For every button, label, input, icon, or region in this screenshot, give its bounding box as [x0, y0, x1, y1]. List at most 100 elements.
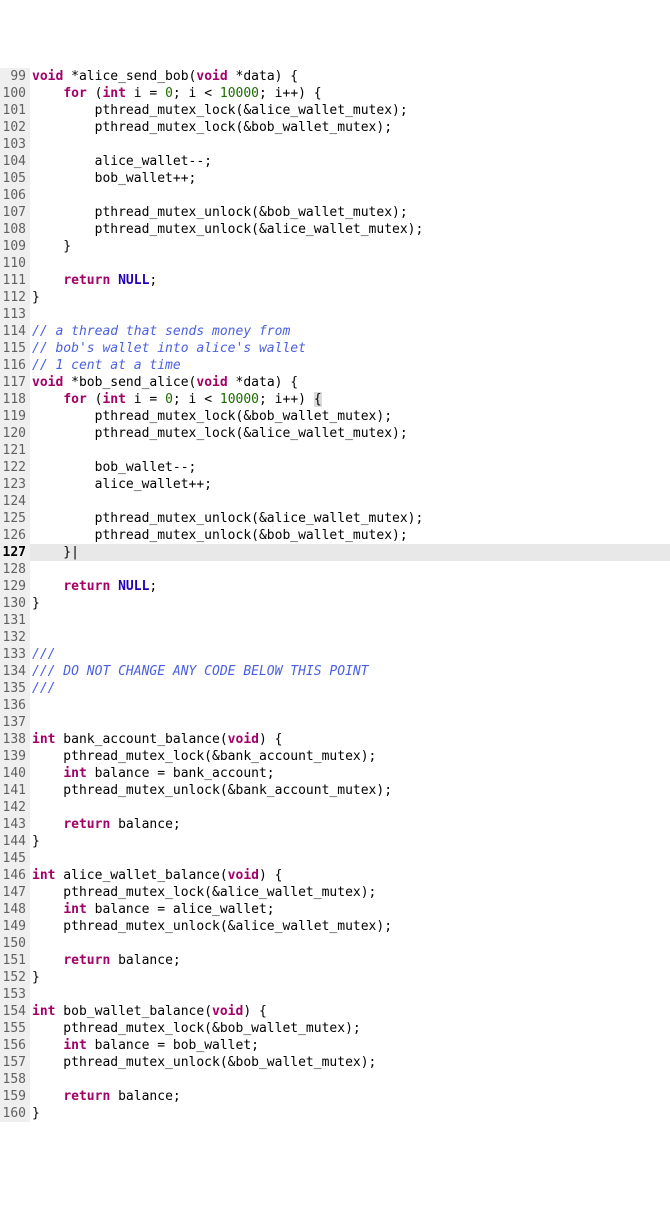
code-content[interactable]: }	[30, 238, 670, 255]
code-line[interactable]: 147 pthread_mutex_lock(&alice_wallet_mut…	[0, 884, 670, 901]
code-content[interactable]	[30, 850, 670, 867]
code-content[interactable]	[30, 442, 670, 459]
code-content[interactable]	[30, 1071, 670, 1088]
code-line[interactable]: 150	[0, 935, 670, 952]
code-content[interactable]	[30, 561, 670, 578]
code-content[interactable]: pthread_mutex_unlock(&bob_wallet_mutex);	[30, 204, 670, 221]
code-content[interactable]: pthread_mutex_lock(&bob_wallet_mutex);	[30, 1020, 670, 1037]
code-line[interactable]: 155 pthread_mutex_lock(&bob_wallet_mutex…	[0, 1020, 670, 1037]
code-line[interactable]: 124	[0, 493, 670, 510]
code-line[interactable]: 154int bob_wallet_balance(void) {	[0, 1003, 670, 1020]
code-line[interactable]: 138int bank_account_balance(void) {	[0, 731, 670, 748]
code-line[interactable]: 135///	[0, 680, 670, 697]
code-line[interactable]: 116// 1 cent at a time	[0, 357, 670, 374]
code-line[interactable]: 108 pthread_mutex_unlock(&alice_wallet_m…	[0, 221, 670, 238]
code-line[interactable]: 125 pthread_mutex_unlock(&alice_wallet_m…	[0, 510, 670, 527]
code-content[interactable]: return balance;	[30, 816, 670, 833]
code-line[interactable]: 112}	[0, 289, 670, 306]
code-line[interactable]: 152}	[0, 969, 670, 986]
code-line[interactable]: 143 return balance;	[0, 816, 670, 833]
code-content[interactable]: pthread_mutex_lock(&alice_wallet_mutex);	[30, 425, 670, 442]
code-content[interactable]: }	[30, 833, 670, 850]
code-content[interactable]: alice_wallet++;	[30, 476, 670, 493]
code-line[interactable]: 118 for (int i = 0; i < 10000; i++) {	[0, 391, 670, 408]
code-content[interactable]: pthread_mutex_unlock(&alice_wallet_mutex…	[30, 510, 670, 527]
code-content[interactable]	[30, 935, 670, 952]
code-content[interactable]: for (int i = 0; i < 10000; i++) {	[30, 85, 670, 102]
code-content[interactable]: int balance = alice_wallet;	[30, 901, 670, 918]
code-content[interactable]: int bob_wallet_balance(void) {	[30, 1003, 670, 1020]
code-content[interactable]: return NULL;	[30, 578, 670, 595]
code-line[interactable]: 109 }	[0, 238, 670, 255]
code-content[interactable]: pthread_mutex_unlock(&alice_wallet_mutex…	[30, 918, 670, 935]
code-line[interactable]: 99void *alice_send_bob(void *data) {	[0, 68, 670, 85]
code-content[interactable]	[30, 306, 670, 323]
code-content[interactable]: return balance;	[30, 952, 670, 969]
code-content[interactable]	[30, 187, 670, 204]
code-content[interactable]: pthread_mutex_lock(&bob_wallet_mutex);	[30, 119, 670, 136]
code-content[interactable]: bob_wallet--;	[30, 459, 670, 476]
code-content[interactable]: pthread_mutex_lock(&alice_wallet_mutex);	[30, 884, 670, 901]
code-line[interactable]: 120 pthread_mutex_lock(&alice_wallet_mut…	[0, 425, 670, 442]
code-line[interactable]: 158	[0, 1071, 670, 1088]
code-content[interactable]: pthread_mutex_unlock(&alice_wallet_mutex…	[30, 221, 670, 238]
code-line[interactable]: 140 int balance = bank_account;	[0, 765, 670, 782]
code-content[interactable]	[30, 986, 670, 1003]
code-line[interactable]: 160}	[0, 1105, 670, 1122]
code-content[interactable]: void *alice_send_bob(void *data) {	[30, 68, 670, 85]
code-line[interactable]: 141 pthread_mutex_unlock(&bank_account_m…	[0, 782, 670, 799]
code-line[interactable]: 107 pthread_mutex_unlock(&bob_wallet_mut…	[0, 204, 670, 221]
code-line[interactable]: 103	[0, 136, 670, 153]
code-line[interactable]: 132	[0, 629, 670, 646]
code-line[interactable]: 153	[0, 986, 670, 1003]
code-line[interactable]: 139 pthread_mutex_lock(&bank_account_mut…	[0, 748, 670, 765]
code-content[interactable]: }	[30, 969, 670, 986]
code-line[interactable]: 151 return balance;	[0, 952, 670, 969]
code-content[interactable]: for (int i = 0; i < 10000; i++) {	[30, 391, 670, 408]
code-line[interactable]: 101 pthread_mutex_lock(&alice_wallet_mut…	[0, 102, 670, 119]
code-content[interactable]: pthread_mutex_unlock(&bank_account_mutex…	[30, 782, 670, 799]
code-line[interactable]: 121	[0, 442, 670, 459]
code-line[interactable]: 159 return balance;	[0, 1088, 670, 1105]
code-content[interactable]	[30, 799, 670, 816]
code-content[interactable]: int alice_wallet_balance(void) {	[30, 867, 670, 884]
code-content[interactable]	[30, 136, 670, 153]
code-line[interactable]: 134/// DO NOT CHANGE ANY CODE BELOW THIS…	[0, 663, 670, 680]
code-content[interactable]: // bob's wallet into alice's wallet	[30, 340, 670, 357]
code-line[interactable]: 105 bob_wallet++;	[0, 170, 670, 187]
code-line[interactable]: 123 alice_wallet++;	[0, 476, 670, 493]
code-content[interactable]	[30, 255, 670, 272]
code-line[interactable]: 130}	[0, 595, 670, 612]
code-line[interactable]: 119 pthread_mutex_lock(&bob_wallet_mutex…	[0, 408, 670, 425]
code-content[interactable]: ///	[30, 680, 670, 697]
code-line[interactable]: 100 for (int i = 0; i < 10000; i++) {	[0, 85, 670, 102]
code-editor[interactable]: 99void *alice_send_bob(void *data) {100 …	[0, 68, 670, 1122]
code-line[interactable]: 133///	[0, 646, 670, 663]
code-line[interactable]: 148 int balance = alice_wallet;	[0, 901, 670, 918]
code-line[interactable]: 149 pthread_mutex_unlock(&alice_wallet_m…	[0, 918, 670, 935]
code-content[interactable]	[30, 629, 670, 646]
code-content[interactable]	[30, 714, 670, 731]
code-line[interactable]: 128	[0, 561, 670, 578]
code-content[interactable]: }|	[30, 544, 670, 561]
code-content[interactable]: int balance = bob_wallet;	[30, 1037, 670, 1054]
code-line[interactable]: 137	[0, 714, 670, 731]
code-content[interactable]	[30, 493, 670, 510]
code-line[interactable]: 122 bob_wallet--;	[0, 459, 670, 476]
code-line[interactable]: 136	[0, 697, 670, 714]
code-content[interactable]: pthread_mutex_unlock(&bob_wallet_mutex);	[30, 527, 670, 544]
code-content[interactable]	[30, 697, 670, 714]
code-content[interactable]: pthread_mutex_unlock(&bob_wallet_mutex);	[30, 1054, 670, 1071]
code-line[interactable]: 113	[0, 306, 670, 323]
code-line[interactable]: 145	[0, 850, 670, 867]
code-line[interactable]: 106	[0, 187, 670, 204]
code-line[interactable]: 115// bob's wallet into alice's wallet	[0, 340, 670, 357]
code-content[interactable]: }	[30, 289, 670, 306]
code-content[interactable]	[30, 612, 670, 629]
code-content[interactable]: pthread_mutex_lock(&alice_wallet_mutex);	[30, 102, 670, 119]
code-content[interactable]: bob_wallet++;	[30, 170, 670, 187]
code-content[interactable]: pthread_mutex_lock(&bob_wallet_mutex);	[30, 408, 670, 425]
code-content[interactable]: return NULL;	[30, 272, 670, 289]
code-content[interactable]: }	[30, 1105, 670, 1122]
code-content[interactable]: // a thread that sends money from	[30, 323, 670, 340]
